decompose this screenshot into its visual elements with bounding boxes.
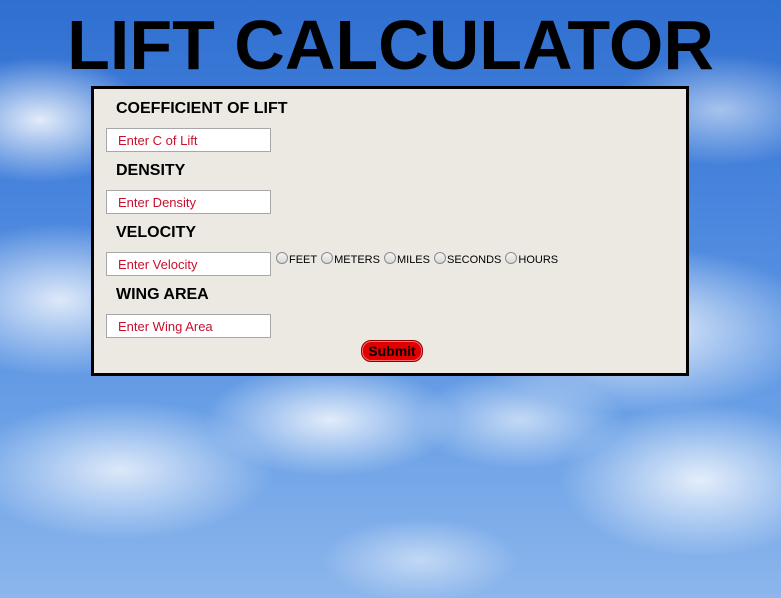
unit-option-seconds[interactable]: SECONDS xyxy=(433,252,502,266)
seconds-radio-label: SECONDS xyxy=(446,254,502,266)
meters-radio[interactable] xyxy=(321,252,334,264)
page-title: LIFT CALCULATOR xyxy=(67,6,714,84)
coefficient-label: COEFFICIENT OF LIFT xyxy=(116,100,288,117)
feet-radio-label: FEET xyxy=(289,254,318,266)
lift-form-panel: COEFFICIENT OF LIFT DENSITY VELOCITY FEE… xyxy=(91,86,689,376)
miles-radio[interactable] xyxy=(383,252,396,264)
wing-area-label: WING AREA xyxy=(116,286,209,303)
wing-area-input[interactable] xyxy=(106,314,271,338)
unit-option-hours[interactable]: HOURS xyxy=(505,252,559,266)
velocity-input[interactable] xyxy=(106,252,271,276)
velocity-label: VELOCITY xyxy=(116,224,197,241)
submit-button[interactable]: Submit xyxy=(361,340,423,362)
density-input[interactable] xyxy=(106,190,271,214)
seconds-radio[interactable] xyxy=(433,252,446,264)
feet-radio[interactable] xyxy=(276,252,288,264)
unit-option-miles[interactable]: MILES xyxy=(383,252,430,266)
velocity-unit-group: FEET METERS MILES SECONDS HOURS xyxy=(276,252,562,266)
unit-option-feet[interactable]: FEET xyxy=(276,252,318,266)
unit-option-meters[interactable]: METERS xyxy=(321,252,380,266)
hours-radio[interactable] xyxy=(505,252,518,264)
miles-radio-label: MILES xyxy=(396,254,430,266)
meters-radio-label: METERS xyxy=(334,254,380,266)
hours-radio-label: HOURS xyxy=(518,254,559,266)
density-label: DENSITY xyxy=(116,162,186,179)
coefficient-input[interactable] xyxy=(106,128,271,152)
